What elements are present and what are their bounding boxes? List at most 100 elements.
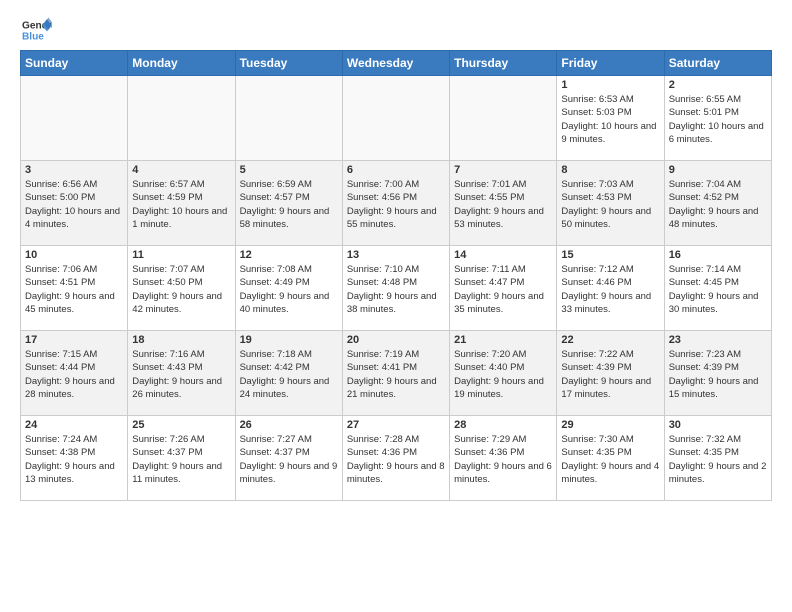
day-cell: 19 Sunrise: 7:18 AM Sunset: 4:42 PM Dayli… — [235, 331, 342, 416]
day-cell: 11 Sunrise: 7:07 AM Sunset: 4:50 PM Dayli… — [128, 246, 235, 331]
day-info: Sunrise: 7:16 AM Sunset: 4:43 PM Dayligh… — [132, 348, 230, 401]
day-cell: 3 Sunrise: 6:56 AM Sunset: 5:00 PM Daylig… — [21, 161, 128, 246]
week-row-4: 17Sunrise: 7:15 AM Sunset: 4:44 PM Dayli… — [21, 331, 772, 416]
weekday-header-saturday: Saturday — [664, 51, 771, 76]
day-info: Sunrise: 7:30 AM Sunset: 4:35 PM Dayligh… — [561, 433, 659, 486]
week-row-2: 3 Sunrise: 6:56 AM Sunset: 5:00 PM Daylig… — [21, 161, 772, 246]
day-info: Sunrise: 7:29 AM Sunset: 4:36 PM Dayligh… — [454, 433, 552, 486]
calendar-container: General Blue SundayMondayTuesdayWednesda… — [0, 0, 792, 511]
day-info: Sunrise: 7:20 AM Sunset: 4:40 PM Dayligh… — [454, 348, 552, 401]
day-info: Sunrise: 7:24 AM Sunset: 4:38 PM Dayligh… — [25, 433, 123, 486]
day-info: Sunrise: 7:18 AM Sunset: 4:42 PM Dayligh… — [240, 348, 338, 401]
day-cell — [450, 76, 557, 161]
day-cell: 28 Sunrise: 7:29 AM Sunset: 4:36 PM Dayli… — [450, 416, 557, 501]
day-info: Sunrise: 7:14 AM Sunset: 4:45 PM Dayligh… — [669, 263, 767, 316]
day-number: 21 — [454, 334, 552, 346]
day-number: 24 — [25, 419, 123, 431]
day-number: 23 — [669, 334, 767, 346]
svg-text:Blue: Blue — [22, 31, 44, 42]
day-cell: 12 Sunrise: 7:08 AM Sunset: 4:49 PM Dayli… — [235, 246, 342, 331]
day-number: 20 — [347, 334, 445, 346]
day-info: Sunrise: 7:06 AM Sunset: 4:51 PM Dayligh… — [25, 263, 123, 316]
day-cell: 25Sunrise: 7:26 AM Sunset: 4:37 PM Dayli… — [128, 416, 235, 501]
day-info: Sunrise: 7:04 AM Sunset: 4:52 PM Dayligh… — [669, 178, 767, 231]
week-row-1: 1Sunrise: 6:53 AM Sunset: 5:03 PM Daylig… — [21, 76, 772, 161]
day-number: 29 — [561, 419, 659, 431]
day-info: Sunrise: 7:22 AM Sunset: 4:39 PM Dayligh… — [561, 348, 659, 401]
day-number: 14 — [454, 249, 552, 261]
day-info: Sunrise: 7:23 AM Sunset: 4:39 PM Dayligh… — [669, 348, 767, 401]
day-number: 26 — [240, 419, 338, 431]
day-cell — [21, 76, 128, 161]
logo: General Blue — [20, 16, 58, 44]
day-cell — [342, 76, 449, 161]
day-number: 3 — [25, 164, 123, 176]
day-cell: 7 Sunrise: 7:01 AM Sunset: 4:55 PM Daylig… — [450, 161, 557, 246]
week-row-3: 10 Sunrise: 7:06 AM Sunset: 4:51 PM Dayli… — [21, 246, 772, 331]
day-cell: 2Sunrise: 6:55 AM Sunset: 5:01 PM Daylig… — [664, 76, 771, 161]
day-cell: 16 Sunrise: 7:14 AM Sunset: 4:45 PM Dayli… — [664, 246, 771, 331]
weekday-header-monday: Monday — [128, 51, 235, 76]
header-row: General Blue — [20, 16, 772, 44]
day-cell: 20 Sunrise: 7:19 AM Sunset: 4:41 PM Dayli… — [342, 331, 449, 416]
day-info: Sunrise: 7:19 AM Sunset: 4:41 PM Dayligh… — [347, 348, 445, 401]
weekday-header-friday: Friday — [557, 51, 664, 76]
day-info: Sunrise: 7:00 AM Sunset: 4:56 PM Dayligh… — [347, 178, 445, 231]
day-number: 22 — [561, 334, 659, 346]
day-number: 30 — [669, 419, 767, 431]
day-cell: 22 Sunrise: 7:22 AM Sunset: 4:39 PM Dayli… — [557, 331, 664, 416]
weekday-header-tuesday: Tuesday — [235, 51, 342, 76]
day-cell: 6 Sunrise: 7:00 AM Sunset: 4:56 PM Daylig… — [342, 161, 449, 246]
day-cell: 5Sunrise: 6:59 AM Sunset: 4:57 PM Daylig… — [235, 161, 342, 246]
day-number: 11 — [132, 249, 230, 261]
day-cell — [128, 76, 235, 161]
day-cell: 21 Sunrise: 7:20 AM Sunset: 4:40 PM Dayli… — [450, 331, 557, 416]
day-cell: 9 Sunrise: 7:04 AM Sunset: 4:52 PM Daylig… — [664, 161, 771, 246]
day-info: Sunrise: 6:59 AM Sunset: 4:57 PM Dayligh… — [240, 178, 338, 231]
day-cell: 18 Sunrise: 7:16 AM Sunset: 4:43 PM Dayli… — [128, 331, 235, 416]
calendar-table: SundayMondayTuesdayWednesdayThursdayFrid… — [20, 50, 772, 501]
day-number: 19 — [240, 334, 338, 346]
logo-icon: General Blue — [20, 16, 52, 44]
day-number: 6 — [347, 164, 445, 176]
day-info: Sunrise: 6:57 AM Sunset: 4:59 PM Dayligh… — [132, 178, 230, 231]
day-number: 1 — [561, 79, 659, 91]
day-number: 9 — [669, 164, 767, 176]
day-number: 15 — [561, 249, 659, 261]
day-number: 13 — [347, 249, 445, 261]
day-cell: 15 Sunrise: 7:12 AM Sunset: 4:46 PM Dayli… — [557, 246, 664, 331]
day-number: 17 — [25, 334, 123, 346]
day-cell: 26 Sunrise: 7:27 AM Sunset: 4:37 PM Dayli… — [235, 416, 342, 501]
day-cell: 29 Sunrise: 7:30 AM Sunset: 4:35 PM Dayli… — [557, 416, 664, 501]
day-number: 12 — [240, 249, 338, 261]
day-cell: 27Sunrise: 7:28 AM Sunset: 4:36 PM Dayli… — [342, 416, 449, 501]
day-cell: 17Sunrise: 7:15 AM Sunset: 4:44 PM Dayli… — [21, 331, 128, 416]
day-number: 16 — [669, 249, 767, 261]
day-number: 27 — [347, 419, 445, 431]
day-number: 4 — [132, 164, 230, 176]
day-number: 2 — [669, 79, 767, 91]
day-info: Sunrise: 6:56 AM Sunset: 5:00 PM Dayligh… — [25, 178, 123, 231]
day-info: Sunrise: 7:01 AM Sunset: 4:55 PM Dayligh… — [454, 178, 552, 231]
day-number: 28 — [454, 419, 552, 431]
day-number: 8 — [561, 164, 659, 176]
day-number: 10 — [25, 249, 123, 261]
day-cell: 13Sunrise: 7:10 AM Sunset: 4:48 PM Dayli… — [342, 246, 449, 331]
day-info: Sunrise: 7:03 AM Sunset: 4:53 PM Dayligh… — [561, 178, 659, 231]
day-info: Sunrise: 7:08 AM Sunset: 4:49 PM Dayligh… — [240, 263, 338, 316]
weekday-header-row: SundayMondayTuesdayWednesdayThursdayFrid… — [21, 51, 772, 76]
day-cell: 1Sunrise: 6:53 AM Sunset: 5:03 PM Daylig… — [557, 76, 664, 161]
day-number: 18 — [132, 334, 230, 346]
day-info: Sunrise: 7:07 AM Sunset: 4:50 PM Dayligh… — [132, 263, 230, 316]
day-number: 25 — [132, 419, 230, 431]
day-info: Sunrise: 7:27 AM Sunset: 4:37 PM Dayligh… — [240, 433, 338, 486]
weekday-header-thursday: Thursday — [450, 51, 557, 76]
day-number: 7 — [454, 164, 552, 176]
weekday-header-wednesday: Wednesday — [342, 51, 449, 76]
day-cell: 8 Sunrise: 7:03 AM Sunset: 4:53 PM Daylig… — [557, 161, 664, 246]
day-cell: 14Sunrise: 7:11 AM Sunset: 4:47 PM Dayli… — [450, 246, 557, 331]
day-info: Sunrise: 7:32 AM Sunset: 4:35 PM Dayligh… — [669, 433, 767, 486]
day-cell: 10 Sunrise: 7:06 AM Sunset: 4:51 PM Dayli… — [21, 246, 128, 331]
day-info: Sunrise: 7:12 AM Sunset: 4:46 PM Dayligh… — [561, 263, 659, 316]
day-cell — [235, 76, 342, 161]
